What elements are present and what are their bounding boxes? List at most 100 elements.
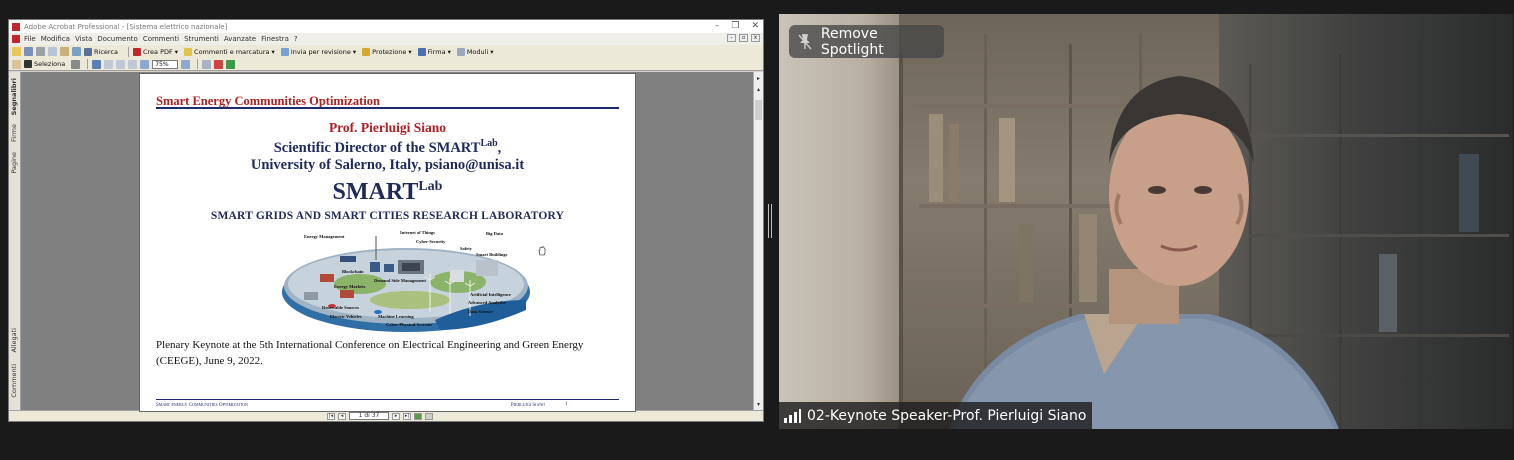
- footer-rule: [156, 399, 619, 400]
- organizer-icon[interactable]: [60, 47, 69, 56]
- menu-strumenti[interactable]: Strumenti: [184, 35, 219, 43]
- page-number-field[interactable]: 1 di 37: [349, 412, 389, 420]
- fit-width-icon[interactable]: [128, 59, 138, 69]
- search-button[interactable]: Ricerca: [84, 47, 118, 56]
- speaker-video-frame: [899, 34, 1509, 429]
- zoom-tool-icon[interactable]: [92, 59, 102, 69]
- toolbar-separator: [127, 46, 129, 57]
- save-icon[interactable]: [24, 47, 33, 56]
- comments-markup-button[interactable]: Commenti e marcatura ▾: [184, 47, 275, 56]
- print-icon[interactable]: [36, 47, 45, 56]
- menu-finestra[interactable]: Finestra: [261, 35, 289, 43]
- menu-file[interactable]: File: [24, 35, 36, 43]
- unpin-icon: [798, 33, 812, 49]
- typewriter-icon[interactable]: [214, 59, 224, 69]
- zoom-out-icon[interactable]: [140, 59, 150, 69]
- fit-page-icon[interactable]: [116, 59, 126, 69]
- acrobat-toolbar-main: Ricerca Crea PDF ▾ Commenti e marcatura …: [9, 45, 763, 58]
- menu-avanzate[interactable]: Avanzate: [224, 35, 256, 43]
- tab-comments[interactable]: Commenti: [10, 364, 18, 398]
- director-text: Scientific Director of the SMART: [273, 139, 481, 156]
- window-controls: – ❐ ✕: [715, 21, 759, 31]
- menu-documento[interactable]: Documento: [97, 35, 138, 43]
- doc-restore-icon[interactable]: ▫: [739, 34, 748, 42]
- split-view-handle[interactable]: [768, 204, 774, 238]
- remove-spotlight-button[interactable]: Remove Spotlight: [789, 25, 944, 58]
- figure-label: Safety: [460, 246, 472, 251]
- smart-city-illustration: Energy Management Internet of Things Cyb…: [280, 230, 534, 334]
- first-page-icon[interactable]: |◂: [327, 412, 335, 420]
- acrobat-titlebar: Adobe Acrobat Professional - [Sistema el…: [9, 20, 763, 33]
- director-line: Scientific Director of the SMARTLab,: [140, 138, 635, 157]
- tab-signatures[interactable]: Firme: [10, 124, 18, 142]
- hand-tool-icon[interactable]: [12, 59, 21, 69]
- footer-title: Smart energy Communities Optimization: [156, 403, 248, 408]
- lock-icon: [362, 47, 371, 56]
- scroll-right-icon[interactable]: ▸: [755, 75, 762, 83]
- footer-author: Pierluigi Siano: [511, 403, 546, 408]
- last-page-icon[interactable]: ▸|: [403, 412, 411, 420]
- email-icon[interactable]: [48, 47, 57, 56]
- menu-help[interactable]: ?: [294, 35, 298, 43]
- figure-label: Big Data: [486, 231, 503, 236]
- snapshot-icon[interactable]: [71, 59, 81, 69]
- menu-vista[interactable]: Vista: [75, 35, 92, 43]
- footer-page-number: 1: [565, 402, 568, 407]
- acrobat-app-icon: [12, 22, 20, 31]
- figure-label: Internet of Things: [400, 230, 435, 235]
- zoom-level-field[interactable]: 75%: [152, 59, 179, 69]
- rotate-icon[interactable]: [202, 59, 212, 69]
- figure-label: Artificial Intelligence: [470, 292, 511, 297]
- prev-view-icon[interactable]: [414, 412, 422, 420]
- create-pdf-button[interactable]: Crea PDF ▾: [132, 47, 178, 56]
- figure-label: Smart Buildings: [476, 252, 508, 257]
- figure-label: Cyber-Security: [416, 239, 446, 244]
- tab-bookmarks[interactable]: Segnalibri: [10, 78, 18, 115]
- document-window-controls: - ▫ x: [727, 34, 760, 42]
- speaker-video-tile[interactable]: Remove Spotlight 02-Keynote Speaker-Prof…: [779, 14, 1513, 429]
- forms-button[interactable]: Moduli ▾: [456, 47, 494, 56]
- binoculars-icon: [84, 47, 92, 56]
- actual-size-icon[interactable]: [104, 59, 114, 69]
- doc-minimize-icon[interactable]: -: [727, 34, 736, 42]
- send-review-button[interactable]: Invia per revisione ▾: [280, 47, 356, 56]
- hand-cursor-icon: [538, 246, 546, 256]
- tab-attachments[interactable]: Allegati: [10, 328, 18, 353]
- zoom-in-icon[interactable]: [181, 59, 191, 69]
- prev-page-icon[interactable]: ◂: [338, 412, 346, 420]
- next-view-icon[interactable]: [425, 412, 433, 420]
- figure-label: Machine Learning: [378, 314, 414, 319]
- navigation-panel-tabs: Segnalibri Firme Pagine Allegati Comment…: [9, 72, 21, 412]
- toolbar-separator: [197, 59, 199, 69]
- doc-close-icon[interactable]: x: [751, 34, 760, 42]
- zoom-meeting-window: Adobe Acrobat Professional - [Sistema el…: [0, 0, 1514, 460]
- scroll-down-icon[interactable]: ▾: [755, 401, 762, 409]
- restore-icon[interactable]: ❐: [731, 21, 739, 31]
- next-page-icon[interactable]: ▸: [392, 412, 400, 420]
- acrobat-toolbar-view: Seleziona 75%: [9, 58, 763, 71]
- smart-lab-logo: SMARTLab: [140, 179, 635, 206]
- author-name: Prof. Pierluigi Siano: [328, 120, 447, 135]
- attach-icon[interactable]: [72, 47, 81, 56]
- cursor-icon: [24, 60, 32, 68]
- scroll-thumb[interactable]: [755, 100, 762, 120]
- open-icon[interactable]: [12, 47, 21, 56]
- minimize-icon[interactable]: –: [715, 21, 720, 31]
- sign-button[interactable]: Firma ▾: [417, 47, 451, 56]
- figure-label: Demand Side Management: [374, 278, 426, 283]
- header-rule: [156, 107, 619, 109]
- vertical-scrollbar[interactable]: ▸ ▴ ▾: [753, 72, 763, 412]
- menu-modifica[interactable]: Modifica: [41, 35, 70, 43]
- help-icon[interactable]: [226, 59, 236, 69]
- page-navigation: |◂ ◂ 1 di 37 ▸ ▸|: [327, 412, 433, 420]
- figure-label: Data Science: [468, 309, 493, 314]
- protection-button[interactable]: Protezione ▾: [362, 47, 412, 56]
- scroll-up-icon[interactable]: ▴: [755, 86, 762, 94]
- select-tool-button[interactable]: Seleziona: [24, 60, 65, 68]
- menu-commenti[interactable]: Commenti: [143, 35, 179, 43]
- tab-pages[interactable]: Pagine: [10, 152, 18, 174]
- close-icon[interactable]: ✕: [751, 21, 759, 31]
- acrobat-menubar: File Modifica Vista Documento Commenti S…: [9, 33, 763, 45]
- participant-name-tag: 02-Keynote Speaker-Prof. Pierluigi Siano: [779, 402, 1093, 429]
- comment-icon: [184, 47, 193, 56]
